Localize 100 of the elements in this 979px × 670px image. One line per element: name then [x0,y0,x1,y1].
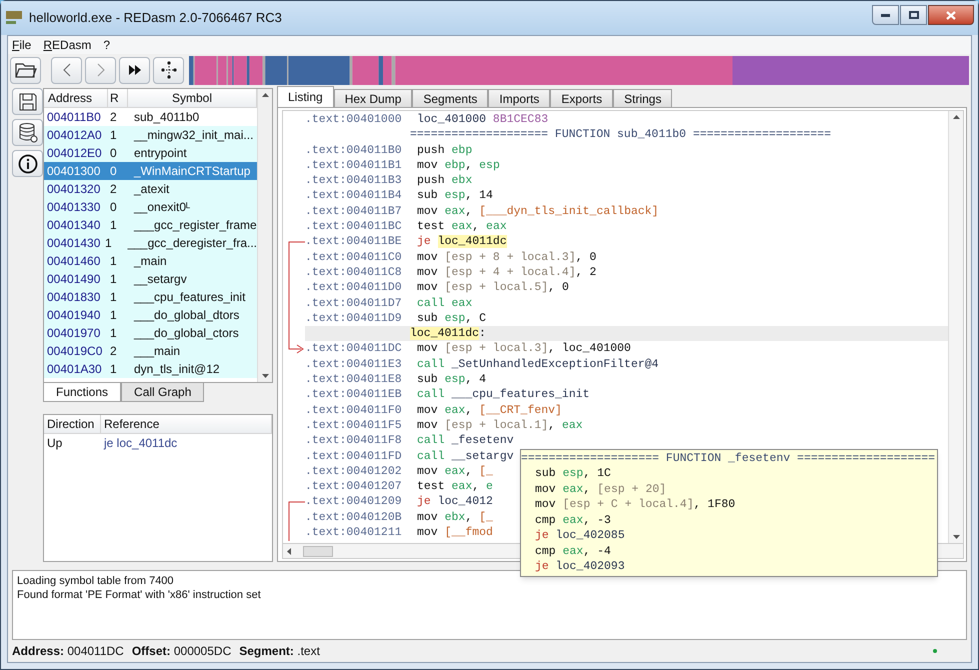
database-button[interactable] [12,119,43,146]
listing-line[interactable]: .text:004011D9 sub esp, C [305,310,948,326]
listing-line[interactable]: .text:004011C0 mov [esp + 8 + local.3], 0 [305,250,948,265]
function-row[interactable]: 004019C0 2 ___main [44,342,257,360]
view-tab[interactable]: Exports [550,89,614,108]
references-cell-text: 2 [109,343,118,360]
function-row[interactable]: 00401300 0 _WinMainCRTStartup [44,162,257,180]
listing-line[interactable]: .text:004011B3 push ebx [305,173,948,188]
symbol-cell-text: ___do_global_ctors [132,325,239,342]
address-cell-text: 00401330 [46,199,102,216]
function-row[interactable]: 004012A0 1 __mingw32_init_mai... [44,126,257,144]
back-button[interactable] [51,56,82,84]
app-logo-icon [5,9,23,27]
info-button[interactable] [12,150,43,177]
address-cell-text: 00401430 [46,235,102,252]
function-row[interactable]: 00401830 1 ___cpu_features_init [44,288,257,306]
view-tab[interactable]: Hex Dump [334,89,412,108]
listing-line[interactable]: .text:004011B1 mov ebp, esp [305,158,948,174]
status-field: Segment: .text [239,642,320,660]
view-tab[interactable]: Segments [412,89,488,108]
window-title: helloworld.exe - REDasm 2.0-7066467 RC3 [29,9,282,28]
chevron-left-icon [62,63,70,77]
listing-line[interactable]: .text:004011F8 call _fesetenv [305,433,948,449]
function-row[interactable]: 004012E0 0 entrypoint [44,144,257,162]
close-button[interactable] [928,5,974,25]
view-tab[interactable]: Strings [613,89,672,108]
column-header[interactable]: Direction [44,415,101,433]
menu-item[interactable]: REDasm [43,36,92,54]
listing-line[interactable]: .text:004011BC test eax, eax [305,219,948,234]
column-header[interactable]: Address [44,89,108,107]
log-line: Loading symbol table from 7400 [17,574,175,588]
address-cell-text: 00401940 [46,307,102,324]
address-cell-text: 00401A30 [46,361,103,378]
listing-line[interactable]: .text:004011C8 mov [esp + 4 + local.4], 2 [305,264,948,280]
listing-line[interactable]: .text:004011F5 mov [esp + local.1], eax [305,418,948,434]
listing-line[interactable]: .text:004011D7 call eax [305,296,948,311]
references-cell-text: 1 [109,127,118,144]
column-header[interactable]: R [108,89,128,107]
references-cell-text: 2 [109,109,118,126]
open-button[interactable] [10,56,41,84]
reference-cell[interactable]: je loc_4011dc [101,434,178,453]
symbol-cell-text: ___gcc_deregister_fra... [126,235,257,252]
symbol-cell-text: __onexit0ᴸ [132,199,190,216]
function-row[interactable]: 00401970 1 ___do_global_ctors [44,324,257,342]
graph-button[interactable] [153,56,184,84]
symbol-cell-text: __mingw32_init_mai... [132,127,254,144]
view-tab[interactable]: Imports [488,89,550,108]
function-row[interactable]: 00401340 1 ___gcc_register_frame [44,216,257,234]
scroll-up-icon [262,93,268,97]
listing-line[interactable]: .text:004011EB call ___cpu_features_init [305,387,948,403]
address-cell-text: 004012E0 [46,145,103,162]
references-cell-text: 0 [109,145,118,162]
function-row[interactable]: 00401940 1 ___do_global_dtors [44,306,257,324]
save-button[interactable] [12,88,43,115]
column-header[interactable]: Reference [101,415,272,433]
symbol-cell-text: ___main [132,343,180,360]
minimize-button[interactable] [872,5,899,25]
listing-line[interactable]: .text:004011E3 call _SetUnhandledExceptionFilter@4 [305,356,948,372]
panel-tab[interactable]: Functions [43,383,122,402]
address-cell-text: 00401320 [46,181,102,198]
symbol-cell-text: entrypoint [133,145,187,162]
listing-line[interactable]: .text:004011BE je loc_4011dc [305,234,948,250]
menu-item[interactable]: ? [103,36,110,54]
chevron-right-icon [96,63,104,77]
tooltip-line: cmp eax, -3 [534,512,611,528]
references-cell-text: 2 [109,181,118,198]
panel-tab[interactable]: Call Graph [121,383,204,402]
function-row[interactable]: 00401430 1 ___gcc_deregister_fra... [44,234,257,252]
symbol-cell-text: dyn_tls_init@12 [133,361,220,378]
folder-icon [14,61,36,79]
log-line: Found format 'PE Format' with 'x86' instruction set [17,588,262,602]
function-row[interactable]: 00401490 1 __setargv [44,270,257,288]
symbol-cell-text: _main [132,253,167,270]
listing-line[interactable]: .text:004011E8 sub esp, 4 [305,372,948,388]
menu-item[interactable]: File [12,36,32,54]
references-cell-text: 1 [109,253,118,270]
tooltip-line: je loc_402093 [534,559,625,574]
listing-line[interactable]: .text:004011DC mov [esp + local.3], loc_401000 [305,341,948,357]
listing-line[interactable]: .text:00401000 loc_401000 8B1CEC83 [305,112,948,128]
scroll-thumb[interactable] [303,546,333,556]
function-row[interactable]: 00401A30 1 dyn_tls_init@12 [44,360,257,378]
listing-line[interactable]: .text:004011F0 mov eax, [__CRT_fenv] [305,402,948,418]
view-tab[interactable]: Listing [277,86,334,108]
vertical-scrollbar[interactable] [257,89,272,382]
function-row[interactable]: 00401330 0 __onexit0ᴸ [44,198,257,216]
address-cell-text: 00401490 [46,271,102,288]
address-cell-text: 00401970 [46,325,102,342]
maximize-button[interactable] [900,5,927,25]
vertical-scrollbar[interactable] [948,111,963,543]
listing-line[interactable]: .text:004011B0 push ebp [305,142,948,158]
listing-line[interactable]: .text:004011B4 sub esp, 14 [305,188,948,204]
goto-button[interactable] [119,56,150,84]
listing-line[interactable]: ==================== FUNCTION sub_4011b0 ==================== [305,127,948,143]
scroll-up-icon [952,115,960,119]
listing-line[interactable]: .text:004011B7 mov eax, [___dyn_tls_init_callback] [305,204,948,220]
function-row[interactable]: 00401460 1 _main [44,252,257,270]
status-field: Offset: 000005DC [132,642,232,660]
references-cell-text: 0 [109,199,118,216]
listing-line[interactable]: .text:004011D0 mov [esp + local.5], 0 [305,280,948,296]
function-row[interactable]: 00401320 2 _atexit [44,180,257,198]
